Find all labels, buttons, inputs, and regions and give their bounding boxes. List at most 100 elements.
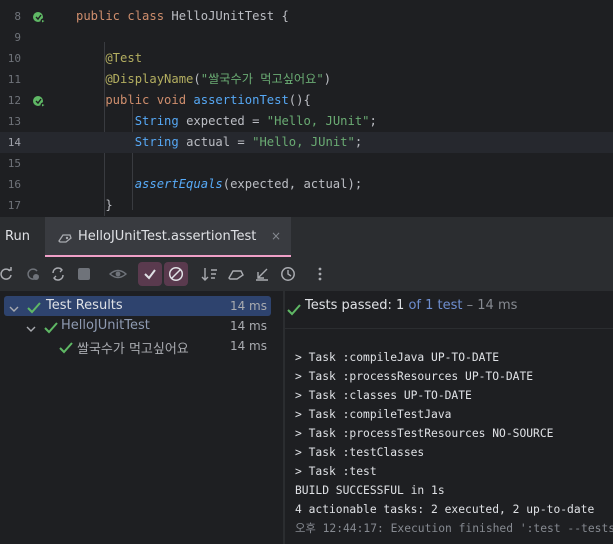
console-line-execution-finished: 오후 12:44:17: Execution finished ':test -… [295,522,613,535]
more-icon[interactable] [308,262,332,286]
tree-item-test-method[interactable]: 쌀국수가 먹고싶어요 14 ms [4,336,271,358]
code-editor[interactable]: 8 public class HelloJUnitTest {9 10 @Test 1… [0,0,613,216]
sort-icon[interactable] [198,262,222,286]
line-number: 9 [14,31,21,44]
stop-icon[interactable] [72,262,96,286]
line-number: 13 [7,115,21,128]
show-ignored-icon[interactable] [164,262,188,286]
code-text: assertEquals(expected, actual); [76,174,362,195]
import-tests-icon[interactable] [224,262,248,286]
passed-count: 1 [396,298,405,313]
line-number: 8 [14,10,21,23]
code-line[interactable]: 14 String actual = "Hello, JUnit"; [0,132,613,153]
total-count: of 1 test [408,298,463,313]
code-text: @Test [76,48,142,69]
code-token: public class [76,9,172,23]
code-text: } [76,195,113,216]
code-token: HelloJUnitTest { [171,9,289,23]
console-pane[interactable]: Tests passed: 1 of 1 test – 14 ms > Task… [285,291,613,544]
console-output[interactable]: > Task :compileJava UP-TO-DATE > Task :pr… [295,348,613,538]
junit-config-icon [57,230,73,249]
separator: – [466,298,474,313]
run-toolbar [0,257,613,291]
code-line[interactable]: 11 @DisplayName("쌀국수가 먹고싶어요") [0,69,613,90]
line-number: 14 [7,136,21,149]
run-tool-window-title[interactable]: Run [5,229,30,244]
code-line[interactable]: 12 public void assertionTest(){ [0,90,613,111]
toggle-auto-test-icon[interactable] [46,262,70,286]
code-token: ; [369,114,377,128]
code-token: assertionTest [193,93,289,107]
tree-item-test-results[interactable]: Test Results 14 ms [4,296,271,316]
code-line[interactable]: 17 } [0,195,613,216]
code-token: @DisplayName [76,72,194,86]
line-number: 10 [7,52,21,65]
run-test-gutter-icon[interactable] [32,93,46,108]
code-text: @DisplayName("쌀국수가 먹고싶어요") [76,69,331,90]
tree-item-class[interactable]: HelloJUnitTest 14 ms [4,316,271,336]
console-line: > Task :classes UP-TO-DATE [295,389,472,402]
console-line: 4 actionable tasks: 2 executed, 2 up-to-… [295,503,595,516]
line-number: 12 [7,94,21,107]
code-line[interactable]: 8 public class HelloJUnitTest { [0,6,613,27]
tree-item-label: 쌀국수가 먹고싶어요 [77,342,189,357]
tree-item-time: 14 ms [229,299,267,313]
tests-passed-summary: Tests passed: 1 of 1 test – 14 ms [305,298,517,313]
check-icon [59,339,73,358]
code-token: "Hello, JUnit" [252,135,355,149]
code-line[interactable]: 9 [0,27,613,48]
console-line: > Task :processResources UP-TO-DATE [295,370,534,383]
code-token: "Hello, JUnit" [266,114,370,128]
code-token: ; [354,135,363,149]
collapse-icon[interactable] [250,262,274,286]
code-text: String actual = "Hello, JUnit"; [76,132,363,153]
code-token: ) [323,72,332,86]
tree-item-label: Test Results [46,298,123,313]
tab-title: HelloJUnitTest.assertionTest [78,229,257,244]
show-passed-eye-icon[interactable] [106,262,130,286]
line-number: 17 [7,199,21,212]
code-token: ( [193,72,201,86]
code-token: (){ [288,93,311,107]
console-line: > Task :test [295,465,377,478]
code-token: assertEquals [76,177,223,191]
check-icon [287,301,301,320]
code-token: String [76,114,187,128]
code-line[interactable]: 15 [0,153,613,174]
code-token: actual = [186,135,253,149]
tab-run-configuration[interactable]: HelloJUnitTest.assertionTest × [45,217,291,258]
code-text: String expected = "Hello, JUnit"; [76,111,377,132]
code-token: String [76,135,187,149]
close-icon[interactable]: × [271,229,281,243]
run-tool-window-header: Run HelloJUnitTest.assertionTest × [0,216,613,258]
code-token: (expected, actual); [222,177,363,191]
console-line: > Task :testClasses [295,446,425,459]
run-test-gutter-icon[interactable] [32,9,46,24]
test-results-tree: Test Results 14 ms HelloJUnitTest 14 ms … [0,291,283,544]
line-number: 16 [7,178,21,191]
rerun-icon[interactable] [0,262,18,286]
code-text: public void assertionTest(){ [76,90,311,111]
tree-item-label: HelloJUnitTest [61,318,150,333]
console-line: > Task :processTestResources NO-SOURCE [295,427,554,440]
console-line: > Task :compileTestJava [295,408,452,421]
tree-item-time: 14 ms [229,339,267,353]
console-line: > Task :compileJava UP-TO-DATE [295,351,500,364]
tree-item-time: 14 ms [229,319,267,333]
console-line: BUILD SUCCESSFUL in 1s [295,484,445,497]
history-icon[interactable] [276,262,300,286]
show-passed-icon[interactable] [138,262,162,286]
status-prefix: Tests passed: [305,298,392,313]
line-number: 15 [7,157,21,170]
code-line[interactable]: 13 String expected = "Hello, JUnit"; [0,111,613,132]
code-token: public void [76,93,194,107]
duration: 14 ms [477,298,518,313]
code-line[interactable]: 16 assertEquals(expected, actual); [0,174,613,195]
code-token: } [76,198,113,212]
test-status-bar: Tests passed: 1 of 1 test – 14 ms [285,291,613,329]
code-token: "쌀국수가 먹고싶어요" [200,72,324,86]
code-token: expected = [186,114,267,128]
rerun-failed-icon[interactable] [21,262,45,286]
code-line[interactable]: 10 @Test [0,48,613,69]
line-number: 11 [7,73,21,86]
